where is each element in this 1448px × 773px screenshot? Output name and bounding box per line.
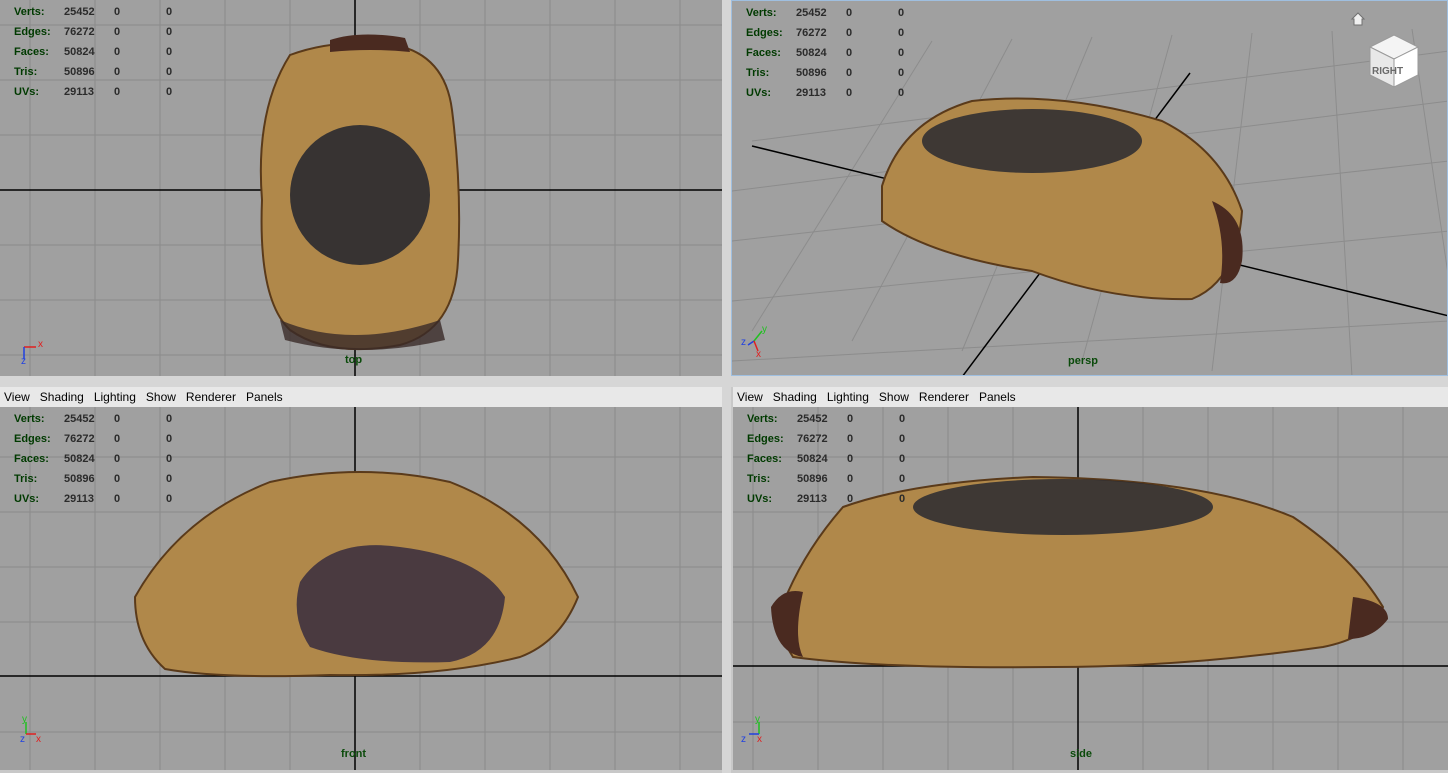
axis-gizmo-icon: y z x (20, 714, 41, 745)
hud-stats-persp: Verts: 25452 0 0 Edges: 76272 0 0 Faces: 50824 0… (746, 7, 905, 99)
home-icon[interactable] (1350, 11, 1366, 27)
viewcube-label: RIGHT (1372, 66, 1403, 77)
viewport-front[interactable]: Verts: 25452 0 0 Edges: 76272 0 0 Faces: 50824 0… (0, 407, 722, 770)
menu-lighting[interactable]: Lighting (822, 390, 874, 404)
axis-z-label: z (741, 337, 746, 348)
menu-panels[interactable]: Panels (241, 390, 288, 404)
menu-renderer[interactable]: Renderer (914, 390, 974, 404)
menu-show[interactable]: Show (141, 390, 181, 404)
axis-y-label: y (755, 714, 760, 725)
hud-stats-side: Verts: 25452 0 0 Edges: 76272 0 0 Faces: 50824 0… (747, 413, 906, 505)
axis-z-label: z (741, 734, 746, 745)
panel-menubar-front: View Shading Lighting Show Renderer Pane… (0, 387, 722, 407)
menu-renderer[interactable]: Renderer (181, 390, 241, 404)
menu-shading[interactable]: Shading (35, 390, 89, 404)
menu-panels[interactable]: Panels (974, 390, 1021, 404)
axis-x-label: x (756, 349, 761, 357)
axis-gizmo-icon: y z x (741, 714, 762, 745)
panel-menubar-side: View Shading Lighting Show Renderer Pane… (733, 387, 1448, 407)
axis-x-label: x (757, 734, 762, 745)
viewport-persp[interactable]: Verts: 25452 0 0 Edges: 76272 0 0 Faces: 50824 0… (731, 0, 1448, 376)
pastry-model-persp[interactable] (881, 97, 1244, 301)
axis-x-label: x (38, 339, 43, 350)
menu-view[interactable]: View (0, 390, 35, 404)
menu-shading[interactable]: Shading (768, 390, 822, 404)
viewcube-icon[interactable]: RIGHT (1362, 27, 1422, 89)
pastry-model-top[interactable] (259, 34, 461, 351)
hud-stats-top: Verts: 25452 0 0 Edges: 76272 0 0 Faces: 50824 0… (14, 6, 173, 98)
viewport-top[interactable]: Verts: 25452 0 0 Edges: 76272 0 0 Faces: 50824 0… (0, 0, 722, 376)
panel-splitter-horizontal[interactable] (0, 376, 1448, 387)
axis-x-label: x (36, 734, 41, 745)
camera-label-persp: persp (1068, 355, 1098, 367)
menu-show[interactable]: Show (874, 390, 914, 404)
axis-gizmo-icon: y z x (741, 324, 767, 357)
menu-lighting[interactable]: Lighting (89, 390, 141, 404)
camera-label-front: front (341, 748, 367, 760)
axis-y-label: y (762, 324, 767, 335)
camera-label-side: side (1070, 748, 1093, 760)
hud-stats-front: Verts: 25452 0 0 Edges: 76272 0 0 Faces: 50824 0… (14, 413, 173, 505)
viewport-side[interactable]: Verts: 25452 0 0 Edges: 76272 0 0 Faces: 50824 0… (733, 407, 1448, 770)
pastry-model-front[interactable] (133, 471, 580, 678)
axis-z-label: z (20, 734, 25, 745)
axis-z-label: z (21, 356, 26, 365)
menu-view[interactable]: View (733, 390, 768, 404)
camera-label-top: top (345, 354, 363, 366)
axis-gizmo-icon: x z (21, 339, 43, 365)
axis-y-label: y (22, 714, 27, 725)
